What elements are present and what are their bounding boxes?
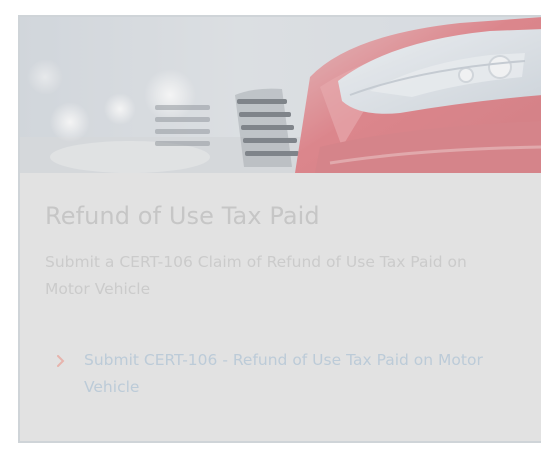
card-title: Refund of Use Tax Paid — [45, 202, 320, 230]
card-description: Submit a CERT-106 Claim of Refund of Use… — [45, 253, 467, 298]
submit-cert-106-link[interactable]: Submit CERT-106 - Refund of Use Tax Paid… — [84, 347, 526, 401]
card-link-row[interactable]: Submit CERT-106 - Refund of Use Tax Paid… — [56, 347, 526, 401]
service-card: Refund of Use Tax Paid Submit a CERT-106… — [18, 15, 541, 443]
page: Refund of Use Tax Paid Submit a CERT-106… — [0, 0, 541, 449]
hero-image — [20, 17, 541, 173]
hero-veil — [20, 17, 541, 173]
chevron-right-icon — [56, 347, 84, 374]
